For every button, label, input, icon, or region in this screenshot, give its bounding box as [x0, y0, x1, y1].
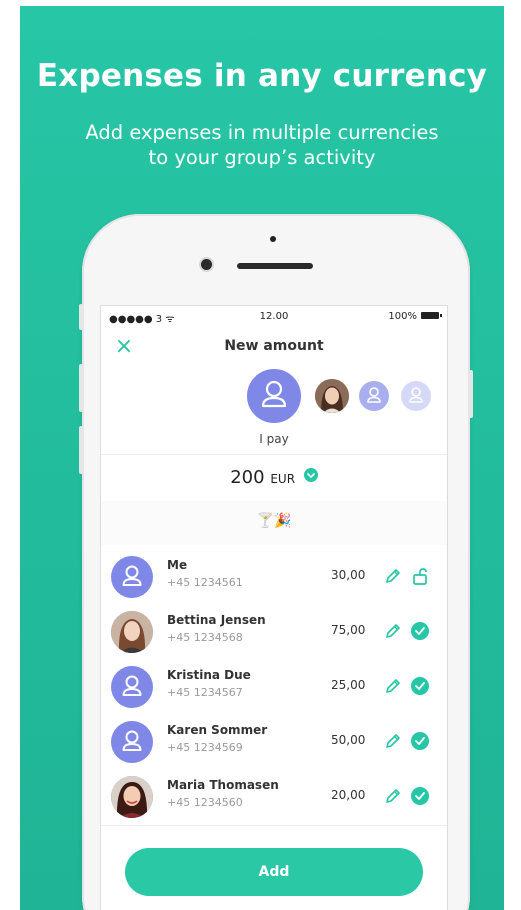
phone-frame: ●●●●● 3 ᯤ 12.00 100% × New amount I pay …: [79, 214, 473, 910]
headline: Expenses in any currency: [36, 58, 488, 94]
amount-display: 200 EUR: [101, 467, 447, 488]
participant-amount: 20,00: [331, 788, 366, 802]
check-icon[interactable]: [410, 786, 430, 806]
participant-phone: +45 1234568: [167, 631, 243, 644]
volume-down-button: [79, 426, 83, 474]
subline-line-2: to your group’s activity: [148, 146, 376, 169]
participant-amount: 75,00: [331, 623, 366, 637]
participant-avatar: [111, 666, 153, 708]
volume-up-button: [79, 364, 83, 412]
participant-phone: +45 1234567: [167, 686, 243, 699]
app-screen: ●●●●● 3 ᯤ 12.00 100% × New amount I pay …: [101, 306, 447, 910]
participant-phone: +45 1234560: [167, 796, 243, 809]
earpiece-speaker: [237, 263, 313, 269]
currency-dropdown-icon[interactable]: [303, 468, 318, 482]
front-camera-icon: [201, 259, 212, 270]
user-icon: [367, 387, 381, 403]
amount-value: 200: [230, 467, 265, 488]
participant-name: Me: [167, 558, 188, 572]
unlock-icon[interactable]: [410, 566, 430, 586]
pencil-icon[interactable]: [383, 786, 403, 806]
participant-row[interactable]: Maria Thomasen +45 1234560 20,00: [101, 770, 447, 826]
participant-name: Karen Sommer: [167, 723, 268, 737]
participant-amount: 25,00: [331, 678, 366, 692]
participant-photo-avatar: [111, 776, 153, 818]
pencil-icon[interactable]: [383, 731, 403, 751]
payer-avatar-selected[interactable]: [247, 369, 301, 423]
subline: Add expenses in multiple currencies to y…: [60, 120, 464, 170]
check-icon[interactable]: [410, 731, 430, 751]
amount-field[interactable]: 200 EUR: [101, 454, 447, 502]
participant-avatar: [111, 721, 153, 763]
participant-amount: 30,00: [331, 568, 366, 582]
subline-line-1: Add expenses in multiple currencies: [85, 121, 439, 144]
party-emoji-icon: 🍸🎉: [256, 513, 292, 529]
person-photo-icon: [315, 379, 349, 413]
category-field[interactable]: 🍸🎉: [101, 501, 447, 545]
currency-code: EUR: [270, 472, 296, 486]
power-button: [469, 370, 473, 418]
participant-phone: +45 1234569: [167, 741, 243, 754]
user-icon: [261, 380, 287, 408]
battery-icon: [421, 312, 442, 319]
check-icon[interactable]: [410, 621, 430, 641]
participant-row[interactable]: Kristina Due +45 1234567 25,00: [101, 660, 447, 716]
participant-name: Kristina Due: [167, 668, 251, 682]
pencil-icon[interactable]: [383, 621, 403, 641]
participant-row[interactable]: Me +45 1234561 30,00: [101, 550, 447, 606]
status-bar: ●●●●● 3 ᯤ 12.00 100%: [101, 306, 447, 328]
payer-avatar-2[interactable]: [359, 381, 389, 411]
mute-switch: [79, 304, 83, 330]
payer-avatar-3[interactable]: [401, 381, 431, 411]
payer-avatar-photo[interactable]: [315, 379, 349, 413]
participant-row[interactable]: Karen Sommer +45 1234569 50,00: [101, 715, 447, 771]
pencil-icon[interactable]: [383, 566, 403, 586]
add-button[interactable]: Add: [125, 848, 423, 896]
participant-amount: 50,00: [331, 733, 366, 747]
participant-photo-avatar: [111, 611, 153, 653]
pencil-icon[interactable]: [383, 676, 403, 696]
participant-name: Maria Thomasen: [167, 778, 279, 792]
user-icon: [409, 387, 423, 403]
check-icon[interactable]: [410, 676, 430, 696]
payer-label: I pay: [259, 432, 289, 446]
chevron-down-icon: [306, 473, 315, 478]
participant-row[interactable]: Bettina Jensen +45 1234568 75,00: [101, 605, 447, 661]
page-title: New amount: [224, 338, 324, 354]
participant-name: Bettina Jensen: [167, 613, 266, 627]
proximity-sensor: [270, 236, 276, 242]
promo-banner: Expenses in any currency Add expenses in…: [20, 6, 504, 910]
battery-level: 100%: [388, 311, 417, 322]
participant-phone: +45 1234561: [167, 576, 243, 589]
participant-avatar: [111, 556, 153, 598]
